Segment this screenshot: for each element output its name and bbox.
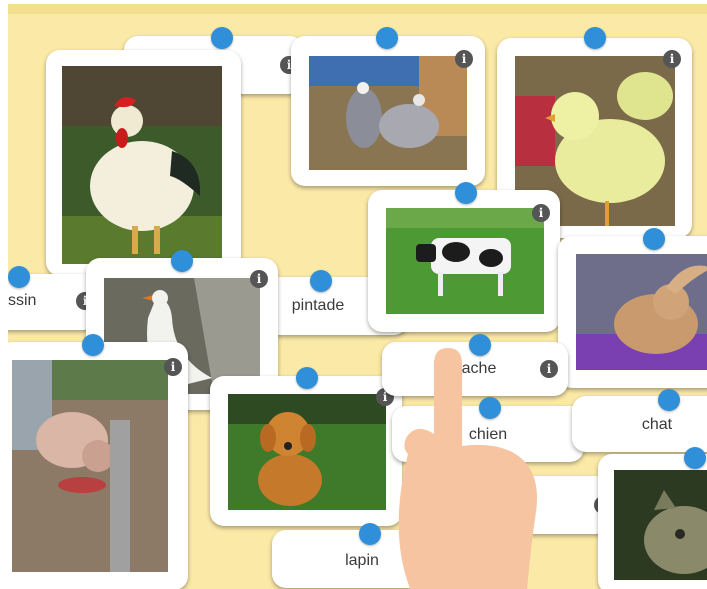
drag-handle-guinea-fowl[interactable] bbox=[376, 27, 398, 49]
photo-card-rooster[interactable] bbox=[46, 50, 241, 276]
dog-photo bbox=[228, 394, 386, 510]
drag-handle-chat[interactable] bbox=[658, 389, 680, 411]
label-card-chat[interactable]: chat bbox=[572, 396, 707, 452]
info-icon[interactable]: i bbox=[164, 358, 182, 376]
info-icon[interactable]: i bbox=[250, 270, 268, 288]
pig-photo bbox=[12, 360, 168, 572]
drag-handle-pig[interactable] bbox=[82, 334, 104, 356]
photo-card-cow[interactable]: i bbox=[368, 190, 560, 332]
drag-handle-cow[interactable] bbox=[455, 182, 477, 204]
drag-handle-chicks[interactable] bbox=[584, 27, 606, 49]
photo-card-pig[interactable]: i bbox=[8, 342, 188, 589]
info-icon[interactable]: i bbox=[663, 50, 681, 68]
drag-handle-pintade[interactable] bbox=[310, 270, 332, 292]
matching-board: coq i bbox=[8, 4, 707, 589]
drag-handle-dog[interactable] bbox=[296, 367, 318, 389]
photo-card-cat[interactable] bbox=[598, 454, 707, 589]
drag-handle-poussin[interactable] bbox=[8, 266, 30, 288]
rabbit-photo bbox=[576, 254, 707, 370]
pointing-hand-icon bbox=[398, 348, 537, 589]
cat-photo bbox=[614, 470, 707, 580]
rooster-photo bbox=[62, 66, 222, 264]
photo-card-rabbit[interactable] bbox=[558, 236, 707, 388]
drag-handle-cat[interactable] bbox=[684, 447, 706, 469]
info-icon[interactable]: i bbox=[532, 204, 550, 222]
photo-card-guinea-fowl[interactable]: i bbox=[291, 36, 485, 186]
info-icon[interactable]: i bbox=[455, 50, 473, 68]
drag-handle-rabbit[interactable] bbox=[643, 228, 665, 250]
drag-handle-coq[interactable] bbox=[211, 27, 233, 49]
cow-photo bbox=[386, 208, 544, 314]
drag-handle-goose[interactable] bbox=[171, 250, 193, 272]
guinea-fowl-photo bbox=[309, 56, 467, 170]
label-chat-text: chat bbox=[641, 416, 673, 433]
